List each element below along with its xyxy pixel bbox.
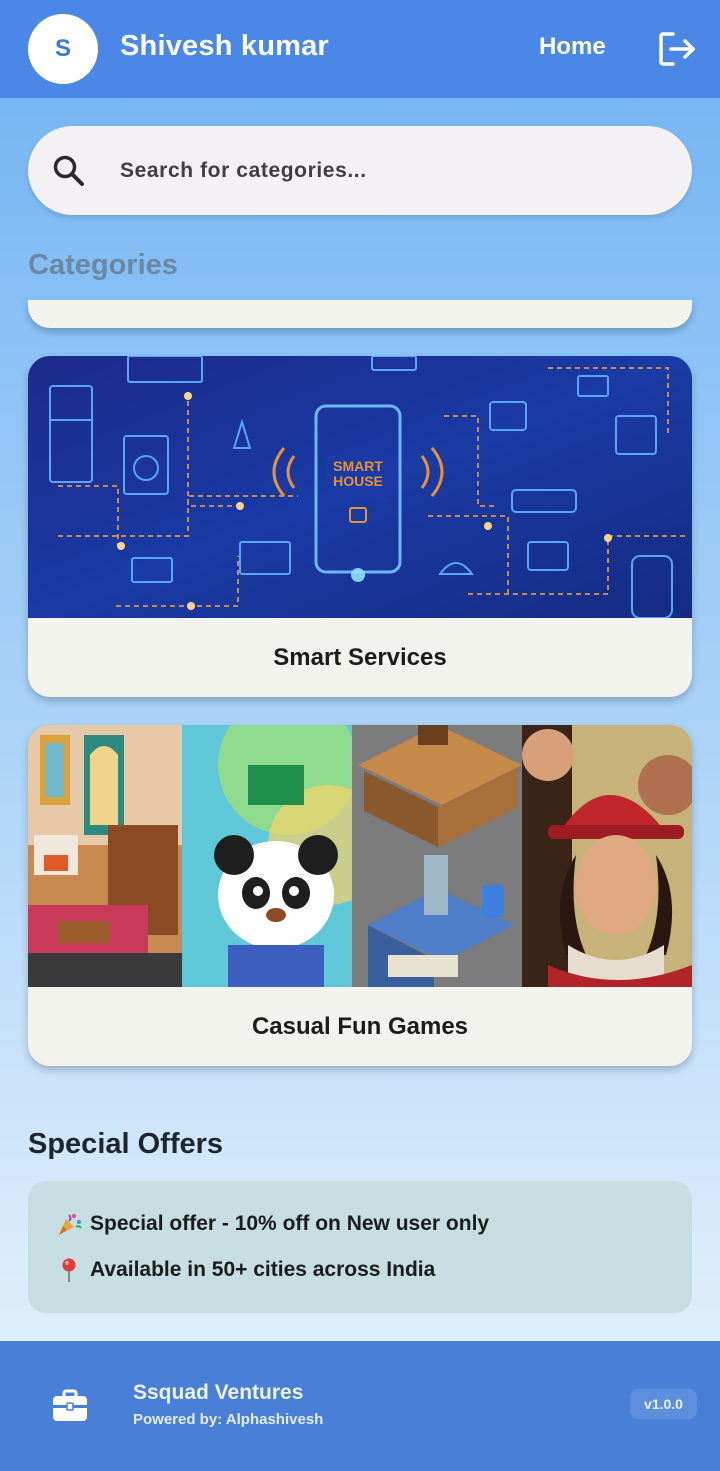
avatar[interactable]: S xyxy=(28,14,98,84)
category-card-casual-fun-games[interactable]: Casual Fun Games xyxy=(28,725,692,1066)
party-popper-icon xyxy=(59,1214,82,1235)
offer-item: Available in 50+ cities across India xyxy=(56,1257,435,1283)
special-offers-panel xyxy=(28,1181,692,1313)
logout-icon[interactable] xyxy=(657,29,697,69)
top-app-bar: S Shivesh kumar Home xyxy=(0,0,720,98)
smart-house-illustration: SMART HOUSE xyxy=(28,356,692,618)
categories-title: Categories xyxy=(28,249,178,281)
search-input[interactable] xyxy=(120,153,660,189)
special-offers-title: Special Offers xyxy=(28,1128,224,1160)
footer xyxy=(0,1341,720,1471)
home-nav-link[interactable]: Home xyxy=(539,33,606,61)
casual-games-collage xyxy=(28,725,692,987)
company-name: Ssquad Ventures xyxy=(133,1381,304,1404)
category-card-partial[interactable] xyxy=(28,300,692,328)
search-icon[interactable] xyxy=(51,153,87,189)
category-label: Smart Services xyxy=(273,643,447,671)
version-badge: v1.0.0 xyxy=(630,1389,697,1419)
user-name: Shivesh kumar xyxy=(120,30,329,62)
offer-item: Special offer - 10% off on New user only xyxy=(56,1211,489,1237)
svg-text:SMART: SMART xyxy=(333,458,383,474)
category-label: Casual Fun Games xyxy=(251,1012,469,1040)
briefcase-icon xyxy=(53,1389,87,1421)
svg-text:HOUSE: HOUSE xyxy=(333,473,383,489)
category-card-smart-services[interactable]: SMART HOUSE Smart Services xyxy=(28,356,692,697)
powered-by-text: Powered by: Alphashivesh xyxy=(133,1411,324,1428)
offer-text: Special offer - 10% off on New user only xyxy=(90,1212,490,1235)
offer-text: Available in 50+ cities across India xyxy=(90,1258,436,1281)
pin-icon xyxy=(62,1258,76,1282)
